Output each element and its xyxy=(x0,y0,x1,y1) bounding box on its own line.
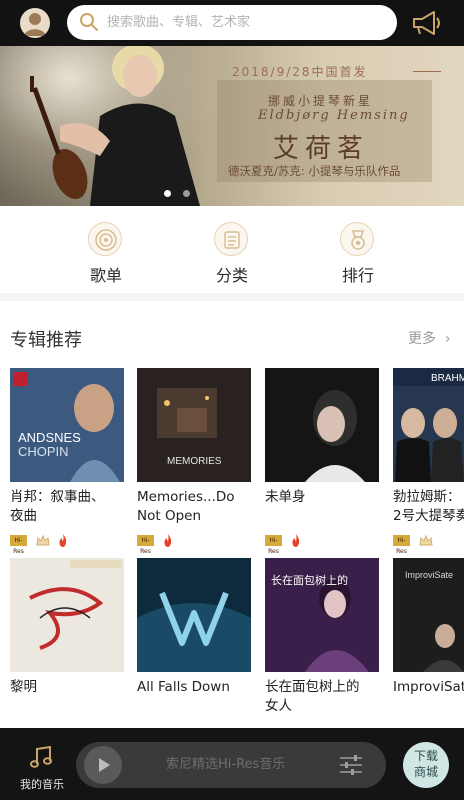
category-label: 分类 xyxy=(215,266,248,285)
category-icon xyxy=(214,222,248,256)
svg-text:BRAHMS: BRAHMS xyxy=(431,373,464,384)
download-shop-button[interactable]: 下载 商城 xyxy=(403,742,449,788)
top-header: 搜索歌曲、专辑、艺术家 xyxy=(0,0,464,46)
svg-text:CHOPIN: CHOPIN xyxy=(18,444,69,459)
player-track-text: 索尼精选Hi-Res音乐 xyxy=(166,757,286,772)
banner-dot[interactable] xyxy=(183,190,190,197)
album-cover xyxy=(137,558,251,672)
album-badges: Hi-Res xyxy=(10,530,68,555)
svg-text:长在面包树上的: 长在面包树上的 xyxy=(271,573,348,587)
album-cover: ANDSNES CHOPIN xyxy=(10,368,124,482)
promo-banner[interactable]: 2018/9/28中国首发 挪威小提琴新星 Eldbjørg Hemsing 艾… xyxy=(0,46,464,206)
bottom-bar: 我的音乐 索尼精选Hi-Res音乐 下载 商城 xyxy=(0,728,464,800)
category-label: 歌单 xyxy=(89,266,122,285)
album-title: 黎明 xyxy=(10,679,37,695)
album-cover: ImproviSate xyxy=(393,558,464,672)
svg-text:ANDSNES: ANDSNES xyxy=(18,430,81,445)
app-root: 搜索歌曲、专辑、艺术家 2018/9/28中国首发 挪威小提琴新星 Eldbjø… xyxy=(0,0,464,800)
banner-artist-cn: 艾荷茗 xyxy=(273,134,370,164)
playlist-icon xyxy=(88,222,122,256)
hires-badge: Hi-Res xyxy=(137,535,154,555)
announcement-icon[interactable] xyxy=(408,8,444,38)
equalizer-icon[interactable] xyxy=(339,754,363,776)
search-bar[interactable]: 搜索歌曲、专辑、艺术家 xyxy=(67,5,397,40)
hires-badge: Hi-Res xyxy=(10,535,27,555)
album-title: All Falls Down xyxy=(137,679,230,695)
banner-rule xyxy=(413,71,441,72)
crown-icon xyxy=(36,534,50,545)
more-label: 更多 xyxy=(408,331,436,347)
fire-icon xyxy=(292,534,300,547)
section-title: 专辑推荐 xyxy=(10,330,82,351)
album-title: Memories...Do Not Open xyxy=(137,489,235,524)
album-cover xyxy=(265,368,379,482)
album-title: 未单身 xyxy=(265,489,306,505)
ranking-icon xyxy=(340,222,374,256)
album-title: 长在面包树上的 女人 xyxy=(265,679,360,714)
section-divider xyxy=(0,293,464,301)
mini-player[interactable]: 索尼精选Hi-Res音乐 xyxy=(76,742,386,788)
album-cover xyxy=(10,558,124,672)
album-cover: 长在面包树上的 xyxy=(265,558,379,672)
banner-date: 2018/9/28中国首发 xyxy=(232,65,368,79)
svg-text:ImproviSate: ImproviSate xyxy=(405,570,453,580)
shop-label-line2: 商城 xyxy=(413,765,438,779)
album-badges: Hi-Res xyxy=(137,530,173,555)
album-title: 肖邦：叙事曲、 夜曲 xyxy=(10,489,105,524)
avatar-icon xyxy=(24,13,46,36)
music-note-icon xyxy=(30,745,52,768)
banner-description: 德沃夏克/苏克: 小提琴与乐队作品 xyxy=(228,164,401,178)
album-badges: Hi-Res xyxy=(265,530,301,555)
play-button[interactable] xyxy=(84,746,122,784)
banner-artist-latin: Eldbjørg Hemsing xyxy=(258,108,410,123)
album-badges: Hi-Res xyxy=(393,530,436,555)
category-genre[interactable]: 分类 xyxy=(192,222,272,288)
user-avatar[interactable] xyxy=(20,8,50,38)
category-playlist[interactable]: 歌单 xyxy=(66,222,146,288)
album-cover: MEMORIES xyxy=(137,368,251,482)
play-icon xyxy=(99,758,110,772)
album-title: 勃拉姆斯： 2号大提琴奏 xyxy=(393,489,464,524)
banner-subtitle: 挪威小提琴新星 xyxy=(268,94,374,108)
album-cover: BRAHMS xyxy=(393,368,464,482)
more-link[interactable]: 更多 › xyxy=(408,328,451,348)
hires-badge: Hi-Res xyxy=(393,535,410,555)
banner-artist-image xyxy=(30,46,200,206)
crown-icon xyxy=(419,534,433,545)
category-ranking[interactable]: 排行 xyxy=(318,222,398,288)
my-music-label: 我的音乐 xyxy=(20,778,64,791)
svg-text:MEMORIES: MEMORIES xyxy=(167,456,222,467)
banner-dot-active[interactable] xyxy=(164,190,171,197)
album-title: ImproviSat xyxy=(393,679,464,695)
fire-icon xyxy=(164,534,172,547)
hires-badge: Hi-Res xyxy=(265,535,282,555)
category-label: 排行 xyxy=(341,266,374,285)
shop-label-line1: 下载 xyxy=(413,749,438,763)
search-placeholder: 搜索歌曲、专辑、艺术家 xyxy=(107,15,251,30)
search-icon xyxy=(80,13,98,31)
chevron-right-icon: › xyxy=(440,331,451,347)
fire-icon xyxy=(59,534,67,547)
